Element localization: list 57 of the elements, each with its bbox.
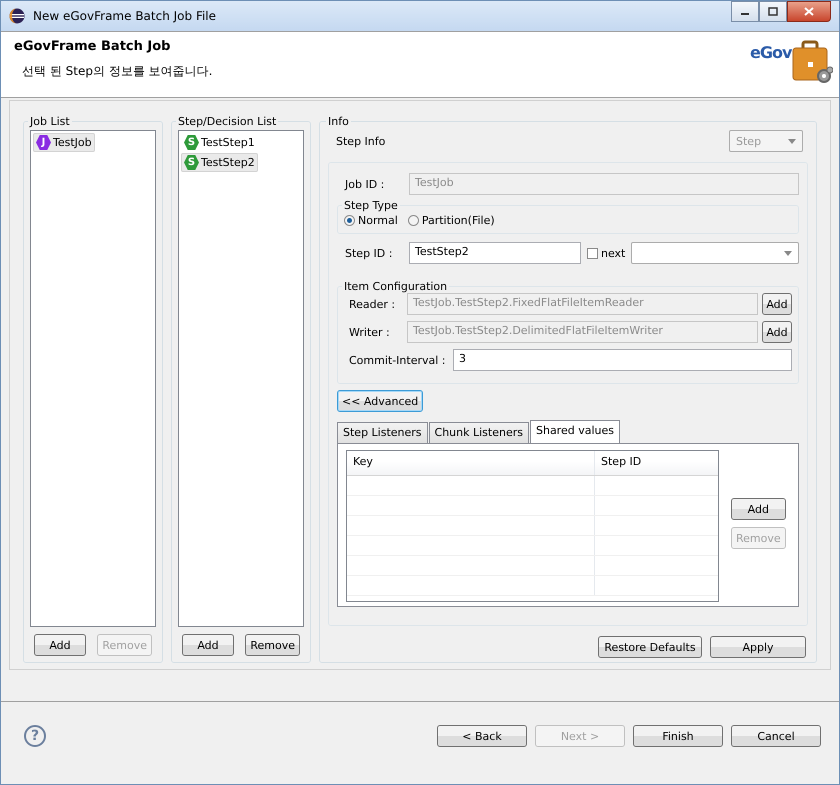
advanced-button[interactable]: << Advanced (337, 390, 424, 412)
radio-button[interactable] (408, 215, 419, 226)
group-title: Job List (28, 115, 71, 128)
minimize-button[interactable] (731, 1, 759, 22)
checkbox[interactable] (587, 248, 598, 258)
radio-button[interactable] (344, 215, 355, 226)
close-button[interactable] (787, 1, 831, 22)
restore-defaults-button[interactable]: Restore Defaults (598, 636, 702, 658)
group-title: Item Configuration (343, 280, 448, 293)
tab[interactable]: Chunk Listeners (428, 422, 529, 443)
field-label: Step ID : (344, 246, 394, 260)
item-label: TestStep1 (201, 136, 255, 149)
list-item[interactable]: S TestStep2 (181, 153, 258, 172)
radio-option[interactable]: Partition(File) (408, 214, 495, 227)
wizard-button[interactable]: < Back (437, 725, 527, 747)
column-header[interactable]: Step ID (595, 451, 718, 475)
add-button[interactable]: Add (762, 321, 792, 343)
eclipse-icon (9, 8, 25, 24)
radio-option[interactable]: Normal (344, 214, 398, 227)
field-label: Reader : (348, 298, 396, 310)
maximize-icon (768, 7, 778, 16)
close-icon (804, 7, 814, 16)
item-label: TestStep2 (201, 156, 255, 169)
wizard-button[interactable]: Finish (633, 725, 723, 747)
item-label: TestJob (53, 136, 92, 149)
dropdown-arrow-icon (788, 138, 796, 144)
wizard-button[interactable]: Cancel (731, 725, 821, 747)
field-label: Writer : (348, 326, 391, 338)
add-button[interactable]: Add (182, 634, 234, 656)
dropdown-arrow-icon (784, 250, 792, 256)
wizard-description: 선택 된 Step의 정보를 보여줍니다. (22, 63, 212, 80)
list-item[interactable]: S TestStep1 (181, 133, 258, 152)
field-label: Job ID : (344, 178, 386, 190)
step-info-label: Step Info (336, 134, 386, 148)
hexagon-badge: J (36, 135, 51, 150)
group-title: Step/Decision List (177, 115, 278, 128)
window-title: New eGovFrame Batch Job File (33, 9, 218, 23)
next-checkbox[interactable]: next (587, 246, 626, 260)
column-header[interactable]: Key (347, 451, 595, 475)
add-button[interactable]: Add (731, 498, 786, 520)
add-button[interactable]: Add (762, 293, 792, 315)
hexagon-badge: S (184, 155, 199, 170)
group-title: Step Type (343, 199, 399, 212)
remove-button[interactable]: Remove (245, 634, 300, 656)
commit-interval-field[interactable]: 3 (453, 349, 792, 371)
add-button[interactable]: Add (34, 634, 86, 656)
apply-button[interactable]: Apply (710, 636, 806, 658)
tab[interactable]: Step Listeners (337, 422, 428, 443)
tab[interactable]: Shared values (530, 420, 620, 443)
step-id-field[interactable]: TestStep2 (409, 242, 581, 264)
hexagon-badge: S (184, 135, 199, 150)
list-item[interactable]: J TestJob (33, 133, 95, 152)
wizard-title: eGovFrame Batch Job (14, 39, 172, 54)
group-title: Info (327, 115, 350, 128)
help-icon[interactable]: ? (24, 725, 46, 747)
maximize-button[interactable] (759, 1, 787, 22)
field-label: Commit-Interval : (348, 354, 447, 366)
